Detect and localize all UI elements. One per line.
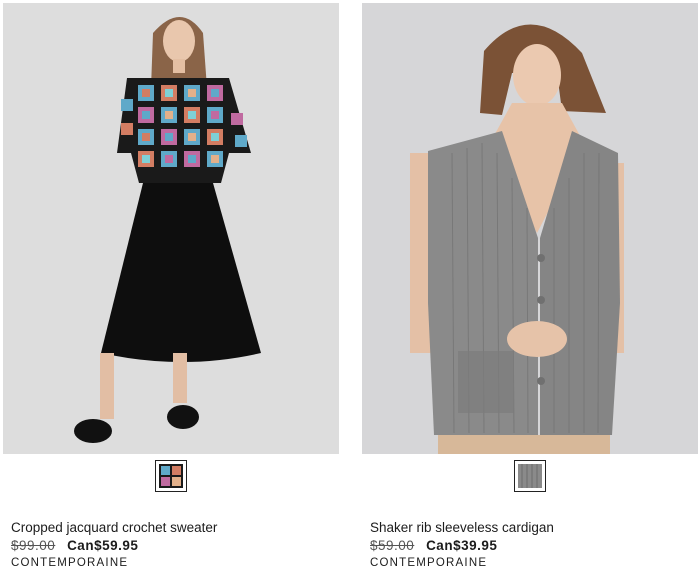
crochet-pattern-icon xyxy=(159,464,183,488)
grey-heather-icon xyxy=(518,464,542,488)
original-price: $99.00 xyxy=(11,538,56,553)
product-title[interactable]: Shaker rib sleeveless cardigan xyxy=(370,520,554,535)
product-card[interactable]: Shaker rib sleeveless cardigan $59.00 Ca… xyxy=(362,0,698,580)
color-swatch[interactable] xyxy=(514,460,546,492)
product-grid: Cropped jacquard crochet sweater $99.00 … xyxy=(0,0,700,580)
brand-label: CONTEMPORAINE xyxy=(370,557,488,569)
sale-price: Can$39.95 xyxy=(426,538,498,553)
price-row: $99.00 Can$59.95 xyxy=(11,538,138,553)
sale-price: Can$59.95 xyxy=(67,538,139,553)
price-row: $59.00 Can$39.95 xyxy=(370,538,497,553)
brand-label: CONTEMPORAINE xyxy=(11,557,129,569)
original-price: $59.00 xyxy=(370,538,415,553)
product-image[interactable] xyxy=(362,3,698,454)
product-card[interactable]: Cropped jacquard crochet sweater $99.00 … xyxy=(3,0,339,580)
sweater-model-illustration xyxy=(3,3,339,454)
cardigan-model-illustration xyxy=(362,3,698,454)
color-swatch[interactable] xyxy=(155,460,187,492)
product-title[interactable]: Cropped jacquard crochet sweater xyxy=(11,520,217,535)
product-image[interactable] xyxy=(3,3,339,454)
